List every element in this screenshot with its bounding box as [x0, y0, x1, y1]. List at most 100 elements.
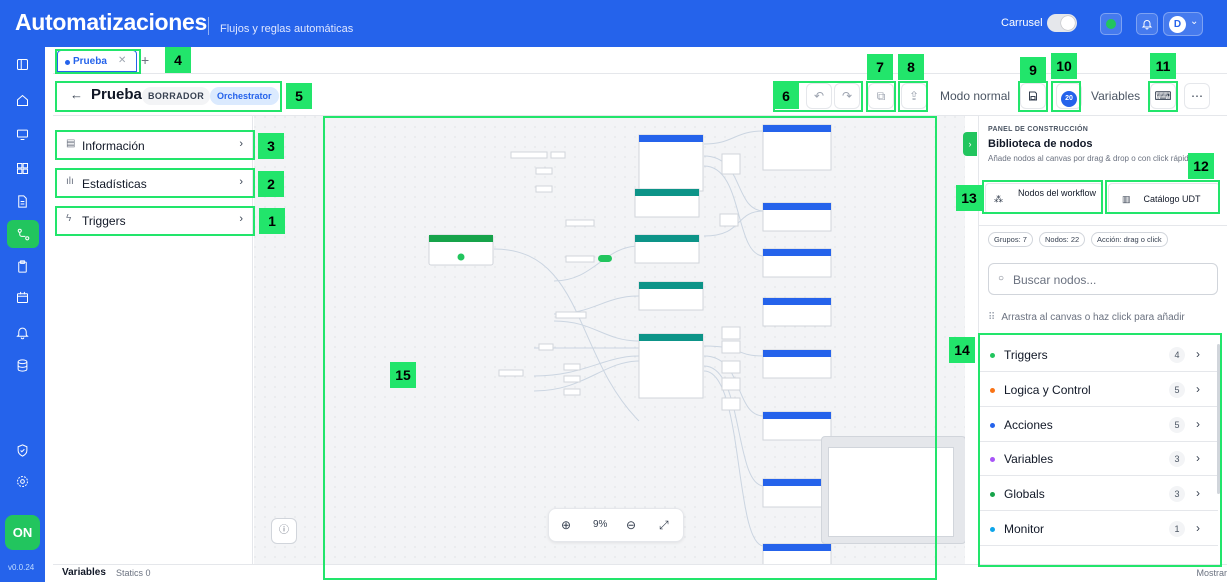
home-icon[interactable] — [12, 90, 33, 111]
category-actions[interactable]: Acciones 5 › — [980, 408, 1218, 442]
on-status-badge[interactable]: ON — [5, 515, 40, 550]
workflow-toolbar: ← Prueba BORRADOR Orchestrator ↶ ↷ ⧉ ⇪ M… — [53, 74, 1227, 116]
clipboard-icon[interactable] — [12, 256, 33, 277]
annotation-marker: 13 — [956, 185, 982, 211]
back-arrow-icon[interactable]: ← — [70, 87, 83, 102]
category-logic[interactable]: Logica y Control 5 › — [980, 373, 1218, 407]
category-count: 3 — [1169, 451, 1185, 467]
category-color-dot-icon — [990, 527, 995, 532]
status-bar: Variables Statics 0 Mostrar — [53, 564, 1227, 582]
bell-icon[interactable] — [12, 322, 33, 343]
redo-button[interactable]: ↷ — [834, 83, 860, 109]
annotation-marker: 8 — [898, 54, 924, 80]
bar-chart-icon: ılı — [66, 176, 74, 187]
save-button[interactable] — [1020, 83, 1046, 109]
document-icon[interactable] — [12, 191, 33, 212]
shield-icon[interactable] — [12, 440, 33, 461]
show-button[interactable]: Mostrar — [1196, 568, 1227, 578]
category-count: 4 — [1169, 347, 1185, 363]
category-label: Globals — [1004, 487, 1045, 501]
notifications-button[interactable] — [1136, 13, 1158, 35]
undo-button[interactable]: ↶ — [806, 83, 832, 109]
save-icon — [1029, 91, 1037, 101]
chevron-right-icon: › — [1196, 347, 1200, 361]
workflow-canvas[interactable]: ⊕ 9% ⊖ ⤢ — [254, 116, 965, 564]
user-menu-button[interactable]: D ⌄ — [1163, 12, 1203, 36]
category-monitor[interactable]: Monitor 1 › — [980, 512, 1218, 546]
category-variables[interactable]: Variables 3 › — [980, 442, 1218, 476]
search-icon: ○ — [998, 273, 1005, 284]
database-icon[interactable] — [12, 355, 33, 376]
close-icon[interactable]: ✕ — [118, 55, 126, 66]
chevron-right-icon: › — [1196, 382, 1200, 396]
tab-prueba[interactable]: Prueba ✕ — [57, 50, 137, 73]
workflow-icon[interactable] — [7, 220, 39, 248]
category-count: 5 — [1169, 417, 1185, 433]
category-color-dot-icon — [990, 457, 995, 462]
collapse-panel-button[interactable]: › — [963, 132, 977, 156]
carrusel-toggle[interactable] — [1047, 14, 1077, 32]
triggers-section[interactable]: ϟ Triggers › — [56, 206, 253, 236]
annotation-marker: 5 — [286, 83, 312, 109]
lightning-icon: ϟ — [66, 213, 72, 224]
node-search[interactable]: ○ — [988, 263, 1218, 295]
annotation-marker: 15 — [390, 362, 416, 388]
status-variables-label[interactable]: Variables — [62, 567, 106, 578]
connection-status-button[interactable] — [1100, 13, 1122, 35]
info-section[interactable]: ▤ Información › — [56, 131, 253, 161]
info-icon[interactable]: ⓘ — [271, 518, 297, 544]
keyboard-shortcuts-button[interactable]: ⌨ — [1150, 83, 1176, 109]
stats-section[interactable]: ılı Estadísticas › — [56, 169, 253, 199]
groups-chip: Grupos: 7 — [988, 232, 1033, 247]
panel-toggle-icon[interactable] — [12, 54, 33, 75]
chevron-right-icon: › — [1196, 521, 1200, 535]
category-label: Variables — [1004, 452, 1054, 466]
mode-badge: Orchestrator — [210, 87, 279, 105]
category-color-dot-icon — [990, 388, 995, 393]
variables-button[interactable]: Variables — [1091, 89, 1140, 103]
panel-title: Biblioteca de nodos — [988, 138, 1093, 150]
tab-udt-catalog[interactable]: ▥ Catálogo UDT — [1108, 183, 1220, 214]
annotation-marker: 11 — [1150, 53, 1176, 79]
node-library-panel: PANEL DE CONSTRUCCIÓN Biblioteca de nodo… — [978, 116, 1227, 564]
category-label: Acciones — [1004, 418, 1053, 432]
more-options-button[interactable]: ⋯ — [1184, 83, 1210, 109]
tab-workflow-nodes[interactable]: ⁂ Nodos del workflow — [985, 183, 1103, 214]
category-globals[interactable]: Globals 3 › — [980, 477, 1218, 511]
dashboard-icon[interactable] — [12, 158, 33, 179]
annotation-marker: 1 — [259, 208, 285, 234]
drag-handle-icon: ⠿ — [988, 312, 996, 323]
duplicate-button[interactable]: ⧉ — [868, 83, 894, 109]
scrollbar[interactable] — [1217, 344, 1220, 494]
category-triggers[interactable]: Triggers 4 › — [980, 338, 1218, 372]
chevron-right-icon: › — [239, 138, 243, 150]
fit-view-icon[interactable]: ⤢ — [659, 518, 669, 533]
category-color-dot-icon — [990, 492, 995, 497]
drag-hint-text: Arrastra al canvas o haz click para añad… — [1001, 312, 1185, 323]
catalog-icon: ▥ — [1122, 194, 1131, 204]
export-button[interactable]: ⇪ — [901, 83, 927, 109]
zoom-out-icon[interactable]: ⊖ — [626, 518, 636, 532]
bell-icon — [1141, 20, 1153, 30]
category-count: 5 — [1169, 382, 1185, 398]
zoom-in-icon[interactable]: ⊕ — [561, 518, 571, 532]
category-color-dot-icon — [990, 353, 995, 358]
add-tab-button[interactable]: + — [141, 52, 149, 68]
calendar-icon[interactable] — [12, 287, 33, 308]
workflow-title: Prueba — [91, 86, 142, 103]
minimap[interactable] — [821, 436, 965, 544]
monitor-icon[interactable] — [12, 124, 33, 145]
annotation-marker: 12 — [1188, 153, 1214, 179]
search-input[interactable] — [1013, 270, 1208, 289]
category-count: 1 — [1169, 521, 1185, 537]
category-label: Monitor — [1004, 522, 1045, 536]
minimap-viewport[interactable] — [828, 447, 954, 537]
mode-label[interactable]: Modo normal — [940, 89, 1010, 103]
info-label: Información — [82, 139, 145, 153]
gear-icon[interactable] — [12, 471, 33, 492]
app-header: Automatizaciones Flujos y reglas automát… — [0, 0, 1227, 47]
status-statics-count: Statics 0 — [116, 568, 151, 578]
header-divider — [208, 17, 209, 35]
tab-label: Prueba — [73, 56, 107, 67]
version-history-button[interactable]: 20 — [1056, 83, 1082, 109]
